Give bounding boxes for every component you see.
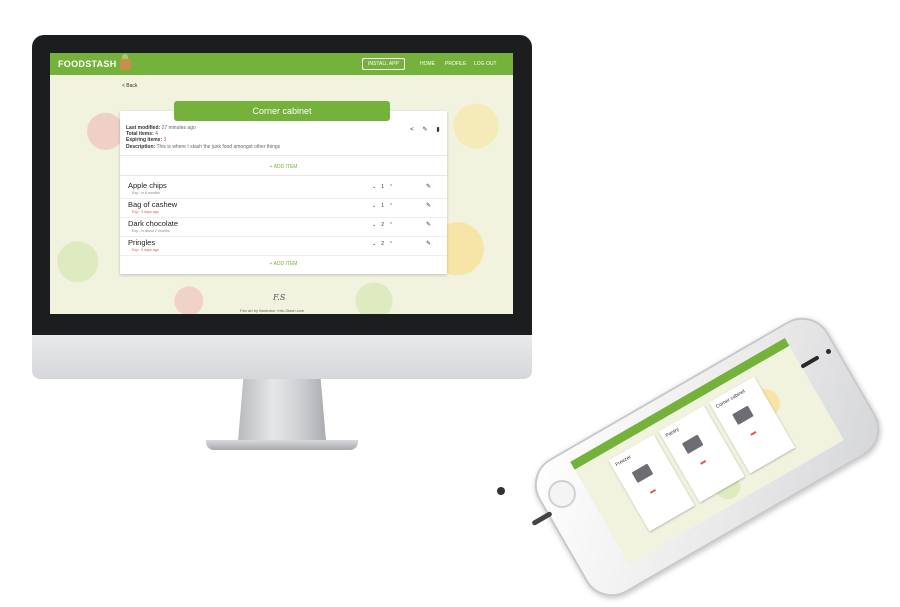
expiring-marker: [649, 489, 657, 494]
freezer-icon: [631, 463, 654, 483]
phone-camera: [826, 349, 831, 354]
cabinet-icon: [681, 434, 704, 454]
phone-home-button: [548, 480, 576, 508]
expiring-marker: [700, 460, 707, 465]
phone-card-title: Pantry: [664, 426, 681, 440]
phone-device: Corner cabinet Pantry Freezer: [0, 0, 900, 607]
phone-card-title: Freezer: [614, 454, 633, 469]
phone-headphone-jack: [497, 487, 505, 495]
expiring-marker: [750, 431, 757, 436]
phone-card-title: Corner cabinet: [714, 388, 747, 411]
cabinet-icon: [732, 405, 754, 425]
